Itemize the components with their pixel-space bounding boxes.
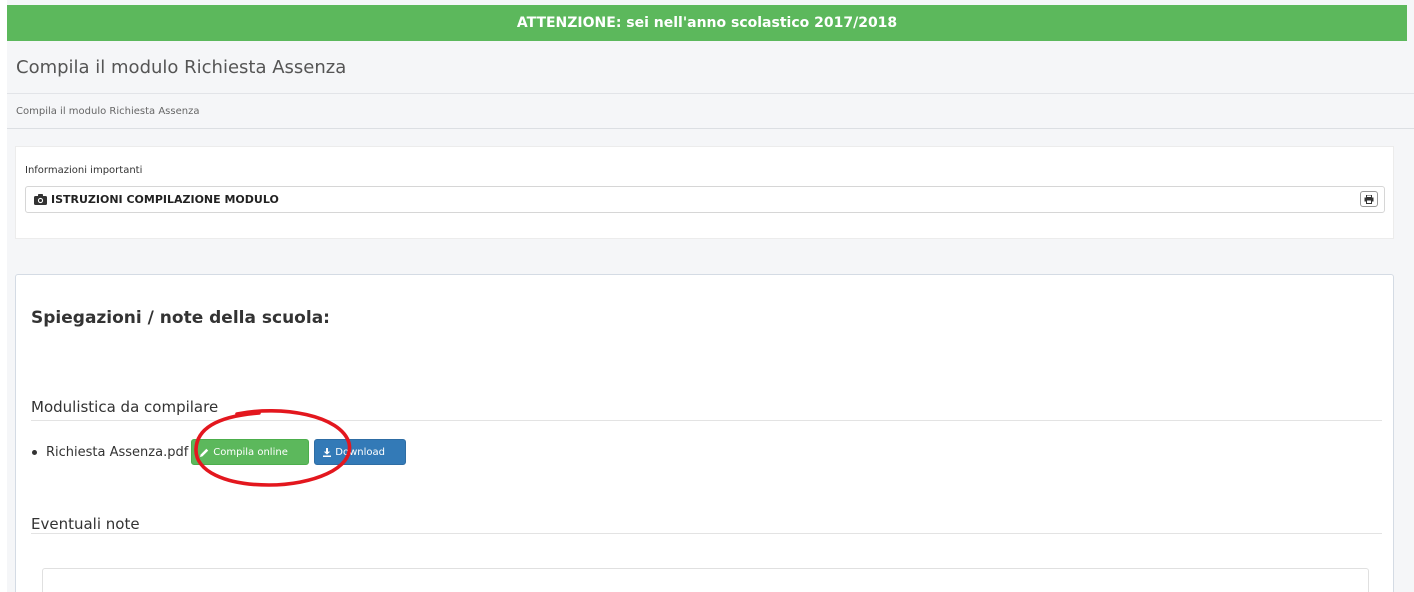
print-icon — [1364, 194, 1374, 204]
info-label: Informazioni importanti — [25, 165, 143, 176]
download-icon — [323, 447, 332, 457]
pencil-icon — [200, 448, 209, 457]
school-notes-panel: Spiegazioni / note della scuola: Modulis… — [15, 274, 1394, 592]
forms-divider — [31, 420, 1382, 421]
download-label: Download — [335, 446, 386, 458]
forms-heading: Modulistica da compilare — [31, 398, 219, 416]
instructions-bar[interactable]: ISTRUZIONI COMPILAZIONE MODULO — [25, 186, 1385, 213]
left-edge — [0, 0, 7, 592]
print-button[interactable] — [1360, 191, 1378, 207]
school-notes-title: Spiegazioni / note della scuola: — [31, 308, 330, 328]
download-button[interactable]: Download — [314, 439, 407, 465]
breadcrumb-bar: Compila il modulo Richiesta Assenza — [7, 94, 1414, 129]
page-title: Compila il modulo Richiesta Assenza — [16, 56, 347, 78]
page: ATTENZIONE: sei nell'anno scolastico 201… — [0, 0, 1414, 592]
notes-divider — [31, 533, 1382, 534]
compile-online-button[interactable]: Compila online — [191, 439, 310, 465]
compile-online-label: Compila online — [213, 446, 288, 458]
info-panel: Informazioni importanti ISTRUZIONI COMPI… — [15, 146, 1394, 239]
school-year-banner: ATTENZIONE: sei nell'anno scolastico 201… — [7, 5, 1407, 41]
notes-heading: Eventuali note — [31, 515, 140, 533]
file-name: Richiesta Assenza.pdf — [46, 444, 189, 460]
instructions-title: ISTRUZIONI COMPILAZIONE MODULO — [51, 193, 279, 206]
camera-icon — [34, 194, 47, 205]
page-header: Compila il modulo Richiesta Assenza — [7, 41, 1414, 94]
list-item: Richiesta Assenza.pdf Compila online Dow… — [31, 439, 407, 465]
banner-text: ATTENZIONE: sei nell'anno scolastico 201… — [516, 15, 898, 31]
notes-box — [42, 568, 1369, 592]
bullet-icon — [32, 449, 37, 455]
breadcrumb[interactable]: Compila il modulo Richiesta Assenza — [16, 106, 199, 117]
